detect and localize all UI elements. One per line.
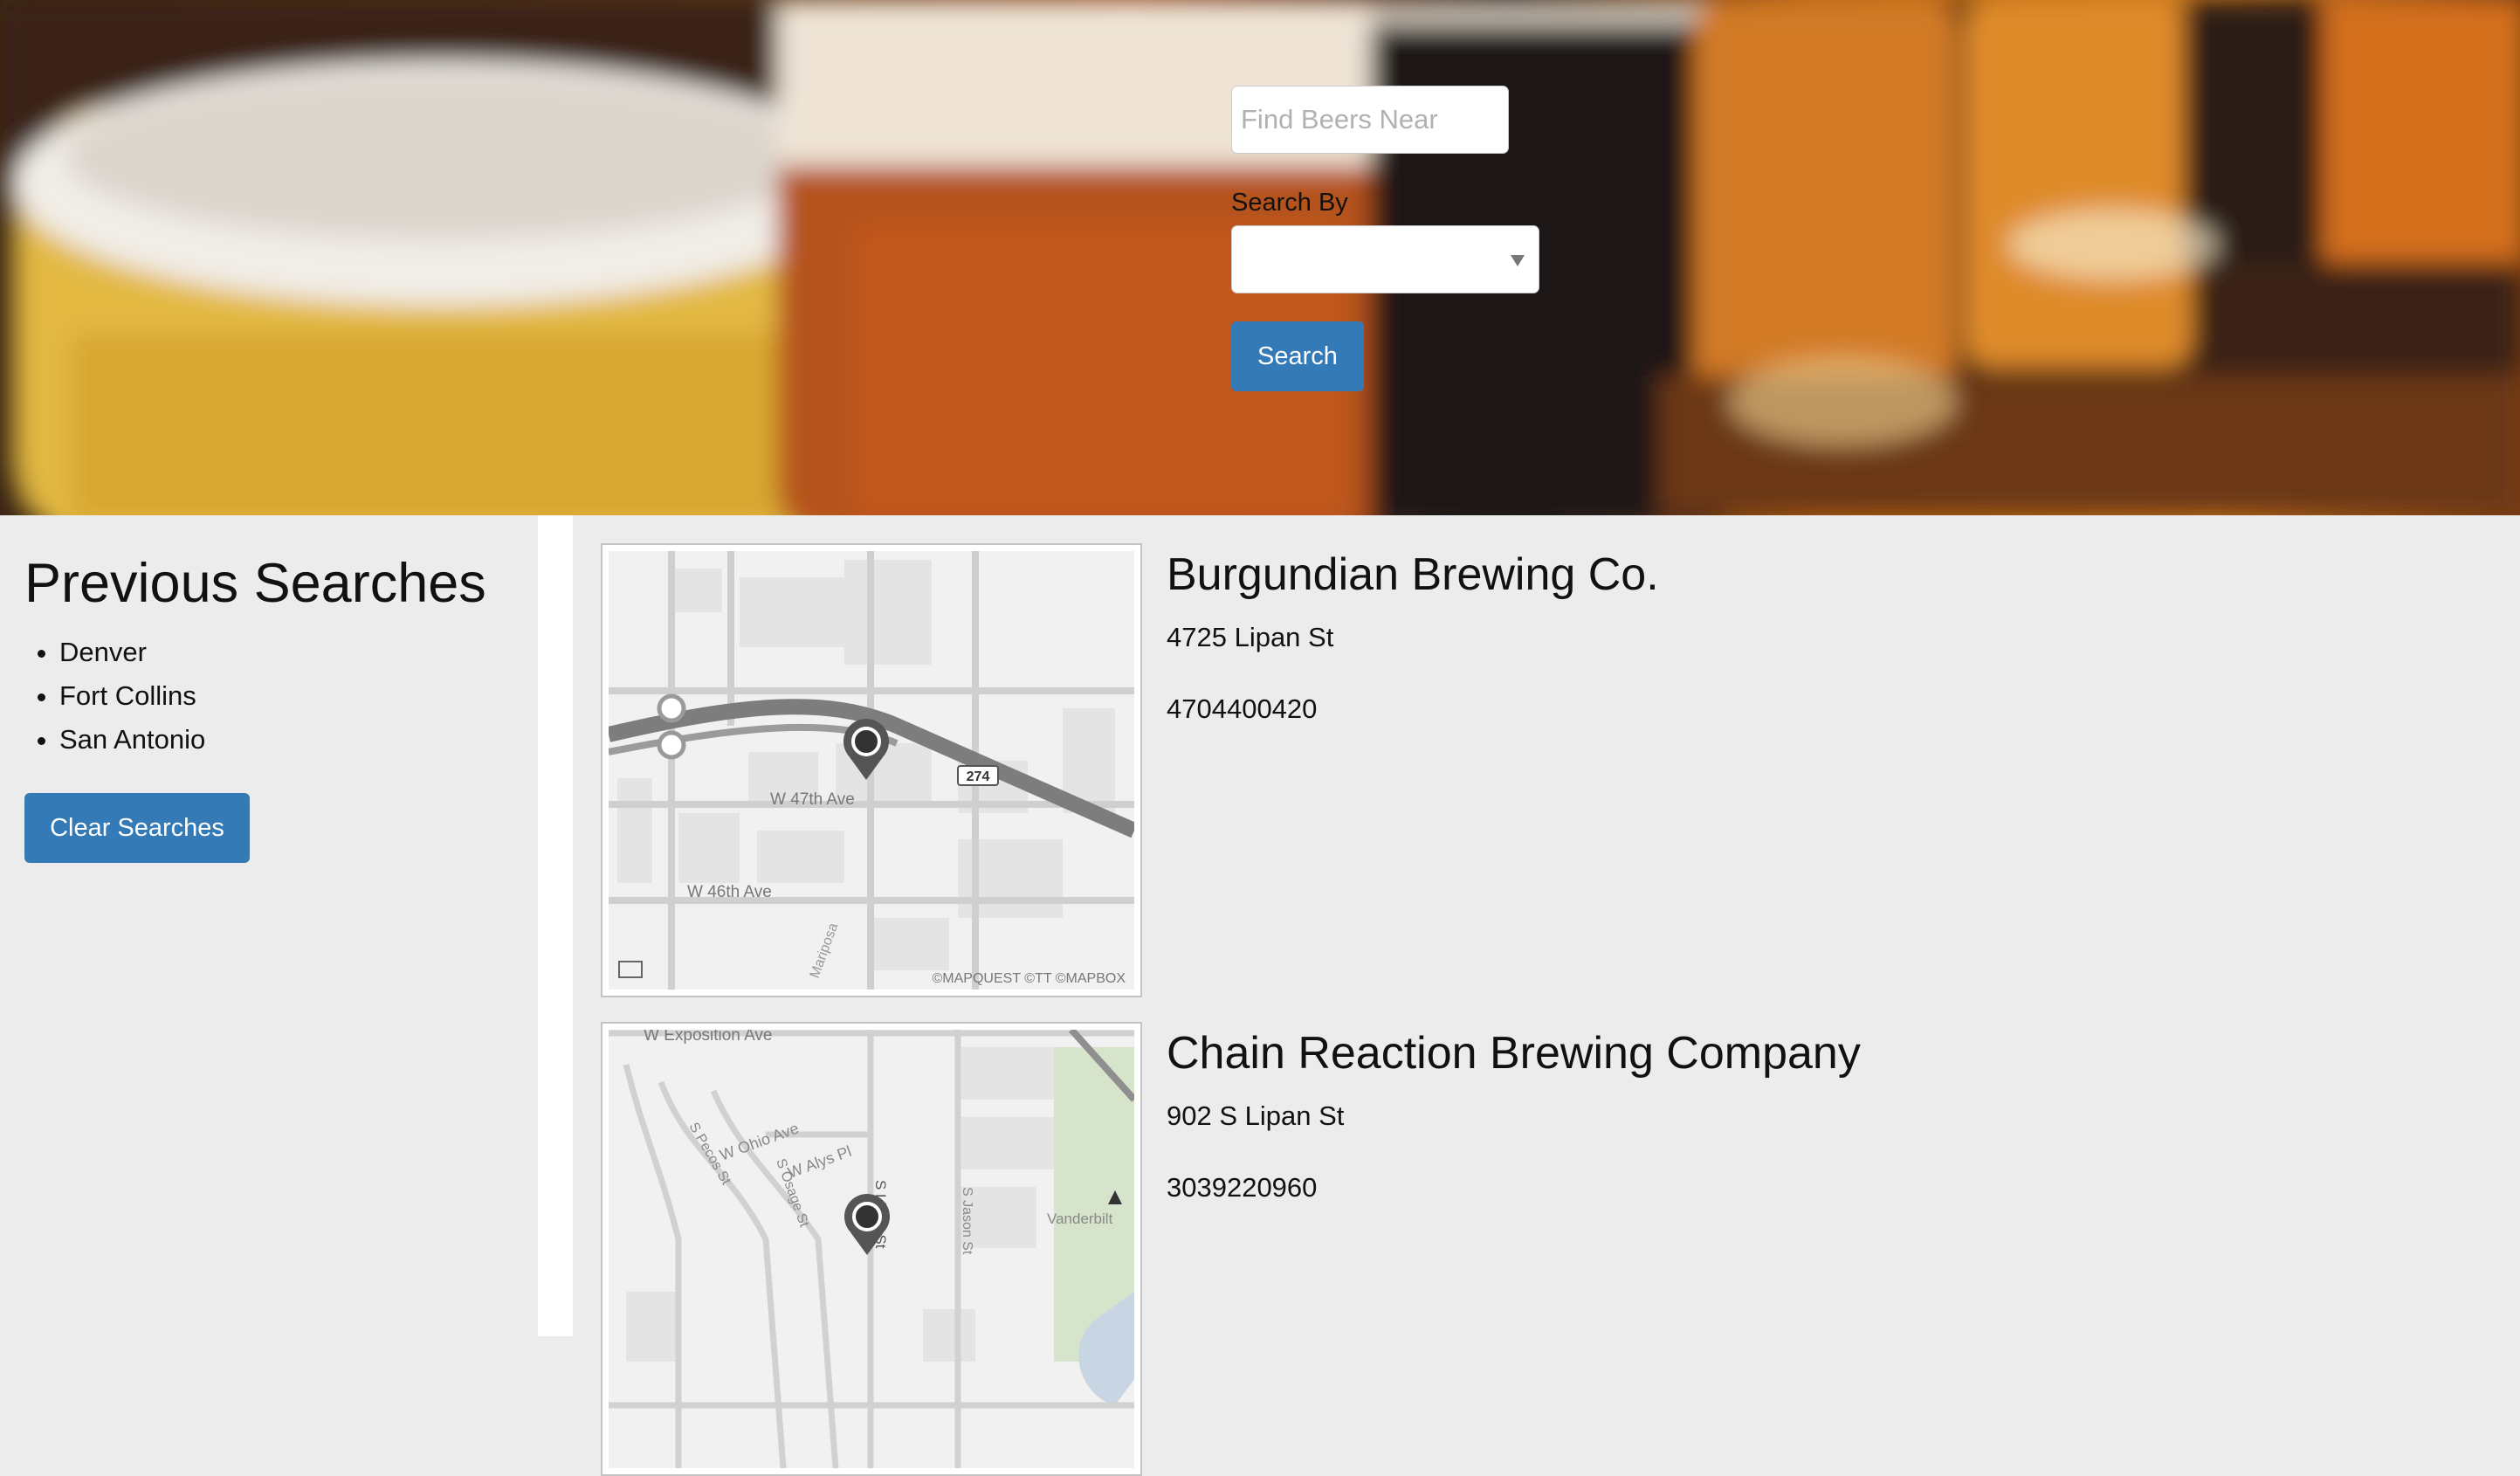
previous-searches-title: Previous Searches <box>24 553 486 614</box>
clear-searches-button[interactable]: Clear Searches <box>24 793 250 863</box>
find-beers-input[interactable] <box>1231 86 1509 154</box>
previous-searches-list: Denver Fort Collins San Antonio <box>24 631 205 762</box>
map-label: W 46th Ave <box>687 883 772 901</box>
map-label: 274 <box>967 769 990 784</box>
brewery-name[interactable]: Chain Reaction Brewing Company <box>1167 1027 1861 1079</box>
previous-search-item[interactable]: San Antonio <box>59 718 205 762</box>
search-by-select[interactable] <box>1231 225 1539 293</box>
caret-down-icon <box>1511 255 1525 266</box>
brewery-address: 4725 Lipan St <box>1167 622 1334 652</box>
map-label: W 47th Ave <box>770 790 855 809</box>
search-by-label: Search By <box>1231 189 1348 217</box>
map-attribution: ©MAPQUEST ©TT ©MAPBOX <box>933 971 1126 986</box>
brewery-name[interactable]: Burgundian Brewing Co. <box>1167 548 1659 601</box>
previous-search-item[interactable]: Fort Collins <box>59 674 205 718</box>
brewery-map[interactable]: 274 W 47th Ave W 46th Ave Mariposa ©MAPQ… <box>601 543 1142 997</box>
brewery-phone: 3039220960 <box>1167 1172 1318 1203</box>
map-image: 274 W 47th Ave W 46th Ave Mariposa ©MAPQ… <box>609 551 1134 990</box>
column-divider <box>538 515 573 1336</box>
map-label: W Exposition Ave <box>644 1030 773 1045</box>
map-label: Vanderbilt <box>1047 1210 1113 1227</box>
brewery-phone: 4704400420 <box>1167 693 1318 724</box>
previous-search-item[interactable]: Denver <box>59 631 205 674</box>
search-button[interactable]: Search <box>1231 321 1364 391</box>
brewery-address: 902 S Lipan St <box>1167 1100 1345 1131</box>
hero-banner: Search By Search <box>0 0 2520 515</box>
map-image: W Exposition Ave W Ohio Ave S Pecos St W… <box>609 1030 1134 1468</box>
previous-searches-panel: Previous Searches Denver Fort Collins Sa… <box>0 515 538 1336</box>
brewery-map[interactable]: W Exposition Ave W Ohio Ave S Pecos St W… <box>601 1022 1142 1476</box>
map-label: S Jason St <box>960 1187 974 1255</box>
